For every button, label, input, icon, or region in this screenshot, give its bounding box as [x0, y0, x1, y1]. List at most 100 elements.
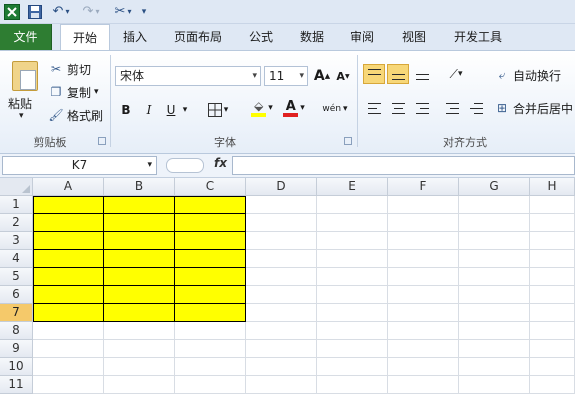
grid-cell[interactable]: [246, 232, 317, 250]
grid-cell[interactable]: [246, 376, 317, 394]
paste-button[interactable]: 粘贴 ▾: [4, 53, 42, 125]
grid-cell[interactable]: [530, 286, 575, 304]
grid-cell[interactable]: [317, 232, 388, 250]
column-header-b[interactable]: B: [104, 178, 175, 196]
grid-cell[interactable]: [175, 196, 246, 214]
select-all-button[interactable]: [0, 178, 33, 196]
phonetic-guide-button[interactable]: wén ▾: [318, 99, 352, 119]
grid-cell[interactable]: [530, 196, 575, 214]
grid-cell[interactable]: [388, 214, 459, 232]
tab-formulas[interactable]: 公式: [239, 24, 283, 50]
format-painter-button[interactable]: 🖌 格式刷: [48, 105, 103, 125]
grid-cell[interactable]: [388, 376, 459, 394]
grid-cell[interactable]: [459, 196, 530, 214]
column-header-e[interactable]: E: [317, 178, 388, 196]
fill-color-button[interactable]: ⬙ ▾: [248, 98, 276, 118]
grid-cell[interactable]: [175, 214, 246, 232]
tab-view[interactable]: 视图: [392, 24, 436, 50]
grid-cell[interactable]: [175, 376, 246, 394]
grid-cell[interactable]: [459, 376, 530, 394]
column-header-c[interactable]: C: [175, 178, 246, 196]
grid-cell[interactable]: [530, 232, 575, 250]
grid-cell[interactable]: [175, 268, 246, 286]
grid-cell[interactable]: [33, 304, 104, 322]
grid-cell[interactable]: [530, 250, 575, 268]
shrink-font-button[interactable]: A ▼: [334, 66, 352, 86]
grid-cell[interactable]: [530, 358, 575, 376]
column-header-g[interactable]: G: [459, 178, 530, 196]
tab-data[interactable]: 数据: [290, 24, 334, 50]
grid-cell[interactable]: [459, 340, 530, 358]
row-header[interactable]: 8: [0, 322, 33, 340]
grid-cell[interactable]: [104, 304, 175, 322]
grid-cell[interactable]: [175, 322, 246, 340]
grid-cell[interactable]: [175, 232, 246, 250]
row-header[interactable]: 3: [0, 232, 33, 250]
font-color-button[interactable]: A ▾: [280, 98, 308, 118]
align-middle-button[interactable]: [387, 64, 409, 84]
formula-input[interactable]: [232, 156, 575, 175]
formula-bar-handle[interactable]: [166, 158, 204, 173]
grid-cell[interactable]: [104, 268, 175, 286]
increase-indent-button[interactable]: [465, 98, 487, 118]
underline-button[interactable]: U: [163, 100, 179, 120]
grid-cell[interactable]: [104, 196, 175, 214]
grid-cell[interactable]: [388, 268, 459, 286]
name-box[interactable]: K7 ▾: [2, 156, 157, 175]
font-name-combo[interactable]: 宋体 ▾: [115, 66, 261, 86]
grid-cell[interactable]: [246, 196, 317, 214]
grid-cell[interactable]: [388, 340, 459, 358]
grid-cell[interactable]: [459, 250, 530, 268]
grid-cell[interactable]: [530, 376, 575, 394]
grid-cell[interactable]: [175, 340, 246, 358]
grid-cell[interactable]: [246, 340, 317, 358]
grid-cell[interactable]: [104, 358, 175, 376]
bold-button[interactable]: B: [118, 100, 134, 120]
grid-cell[interactable]: [459, 214, 530, 232]
grid-cell[interactable]: [530, 304, 575, 322]
grid-cell[interactable]: [104, 340, 175, 358]
grid-cell[interactable]: [317, 214, 388, 232]
redo-icon[interactable]: ↷ ▾: [78, 3, 104, 20]
undo-icon[interactable]: ↶ ▾: [48, 3, 74, 20]
grid-cell[interactable]: [317, 358, 388, 376]
grid-cell[interactable]: [33, 340, 104, 358]
row-header[interactable]: 1: [0, 196, 33, 214]
grid-cell[interactable]: [459, 304, 530, 322]
customize-toolbar-icon[interactable]: ▾: [138, 3, 150, 20]
grid-cell[interactable]: [317, 322, 388, 340]
grid-cell[interactable]: [104, 322, 175, 340]
grid-cell[interactable]: [246, 358, 317, 376]
tab-developer[interactable]: 开发工具: [446, 24, 510, 50]
row-header[interactable]: 10: [0, 358, 33, 376]
grid-cell[interactable]: [317, 304, 388, 322]
grid-cell[interactable]: [459, 268, 530, 286]
row-header[interactable]: 4: [0, 250, 33, 268]
row-header[interactable]: 5: [0, 268, 33, 286]
grid-cell[interactable]: [246, 286, 317, 304]
grid-cell[interactable]: [317, 340, 388, 358]
grid-cell[interactable]: [388, 286, 459, 304]
grid-cell[interactable]: [388, 322, 459, 340]
clipboard-dialog-launcher[interactable]: [98, 137, 106, 145]
grid-cell[interactable]: [104, 376, 175, 394]
grid-cell[interactable]: [317, 196, 388, 214]
grid-cell[interactable]: [530, 214, 575, 232]
row-header[interactable]: 11: [0, 376, 33, 394]
grid-cell[interactable]: [317, 286, 388, 304]
grid-cell[interactable]: [530, 322, 575, 340]
column-header-a[interactable]: A: [33, 178, 104, 196]
cut-button[interactable]: ✂ 剪切: [48, 59, 91, 79]
grid-cell[interactable]: [33, 196, 104, 214]
tab-insert[interactable]: 插入: [113, 24, 157, 50]
grid-cell[interactable]: [246, 214, 317, 232]
merge-center-button[interactable]: ⊞ 合并后居中: [494, 98, 573, 118]
tab-file[interactable]: 文件: [0, 24, 52, 50]
italic-button[interactable]: I: [141, 100, 157, 120]
grid-cell[interactable]: [388, 232, 459, 250]
copy-button[interactable]: ❐ 复制 ▾: [48, 82, 99, 102]
grid-cell[interactable]: [459, 322, 530, 340]
grid-cell[interactable]: [175, 358, 246, 376]
grid-cell[interactable]: [175, 250, 246, 268]
column-header-d[interactable]: D: [246, 178, 317, 196]
